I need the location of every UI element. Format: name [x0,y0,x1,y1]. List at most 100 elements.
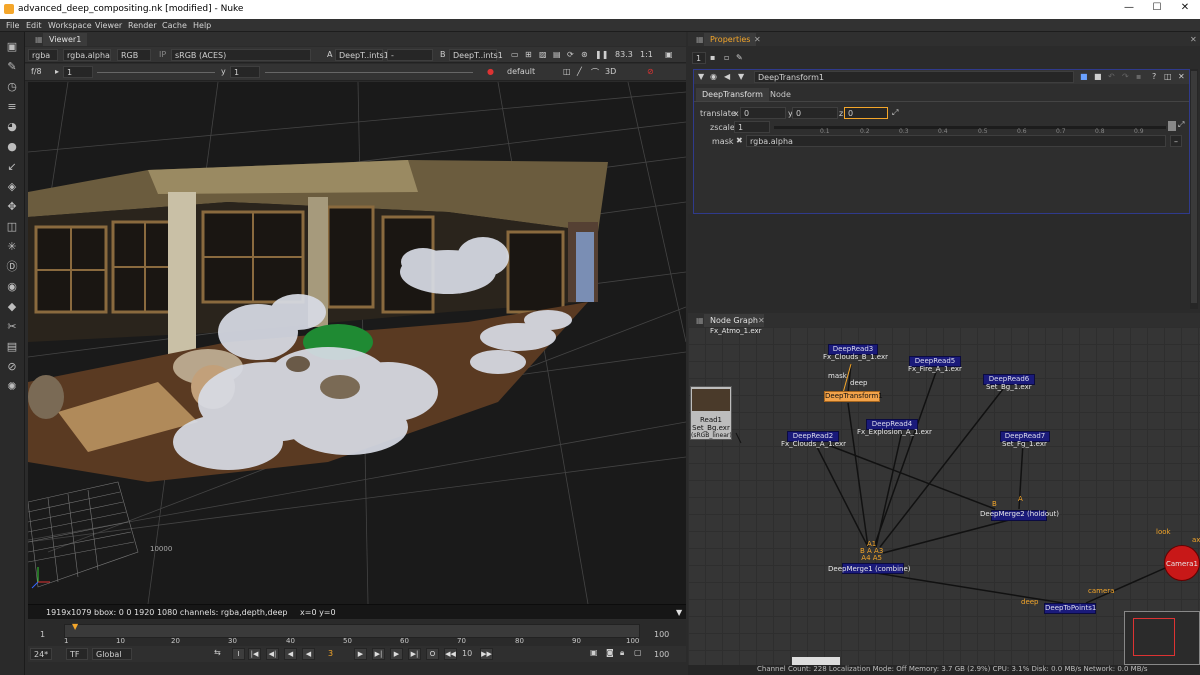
animation-icon[interactable]: ⤢ [892,108,898,118]
lock-icon[interactable]: 🔒︎ [620,648,624,658]
gamma-slider[interactable] [265,72,473,73]
zscale-slider-handle[interactable] [1168,121,1176,131]
fstop-down-icon[interactable]: ▸ [55,67,59,76]
loop-icon[interactable]: ⇆ [214,648,221,657]
3d-icon[interactable]: ◫ [5,220,19,234]
prev-frame-button[interactable]: ◀ [284,648,297,660]
bookmark-button[interactable]: I [232,648,245,660]
tf-dropdown[interactable]: TF [66,648,88,660]
node-color-icon[interactable]: ◉ [710,72,717,81]
minimize-button[interactable]: — [1118,2,1140,16]
keyer-icon[interactable]: ↙ [5,160,19,174]
roi-icon[interactable]: ▭ [511,50,519,59]
cache-icon[interactable]: ◙ [606,648,614,657]
clear-panels-icon[interactable]: ✎ [736,53,743,62]
properties-scrollbar[interactable] [1190,69,1198,309]
prev-keyframe-button[interactable]: ◀| [266,648,279,660]
curve-icon[interactable]: ⌒ [591,67,599,78]
stop-button[interactable]: O [426,648,439,660]
node-name-field[interactable]: DeepTransform1 [754,71,1074,83]
other-icon[interactable]: ▤ [5,340,19,354]
views-icon[interactable]: ◉ [5,280,19,294]
end-frame-field[interactable]: 100 [654,650,669,659]
furnace-icon[interactable]: ⊘ [5,360,19,374]
time-icon[interactable]: ◷ [5,80,19,94]
last-frame-button[interactable]: ▶| [408,648,421,660]
zscale-slider[interactable] [774,126,1166,129]
node-graph-canvas[interactable]: Fx_Atmo_1.exr DeepRead3 Fx_Clouds_B_1.ex… [688,327,1200,665]
tab-close-icon[interactable]: ✕ [748,33,767,46]
line-icon[interactable]: ╱ [577,67,582,76]
gain-field[interactable]: 1 [63,66,93,78]
step-field[interactable]: 10 [462,649,472,658]
model-dropdown[interactable]: RGB [117,49,151,61]
step-forward-button[interactable]: ▶▶ [480,648,493,660]
minimap-viewport[interactable] [1133,618,1175,656]
menu-workspace[interactable]: Workspace [48,21,92,30]
current-frame-field[interactable]: 3 [328,649,333,658]
menu-edit[interactable]: Edit [26,21,42,30]
timeline[interactable]: 1 ▼ 1 10 20 30 40 50 60 70 80 90 100 100 [28,620,686,646]
next-frame-button[interactable]: ▶| [372,648,385,660]
undo-icon[interactable]: ↶ [1108,72,1115,81]
channel-icon[interactable]: ≡ [5,100,19,114]
fullframe-icon[interactable]: ▣ [665,50,673,59]
ratio-dropdown[interactable]: 1:1 [640,50,653,59]
center-icon[interactable]: ▼ [738,72,744,81]
translate-z-field[interactable]: 0 [844,107,888,119]
node-graph-minimap[interactable] [1124,611,1200,665]
menu-file[interactable]: File [6,21,19,30]
mask-dropdown[interactable]: rgba.alpha [746,135,1166,147]
color-icon[interactable]: ◕ [5,120,19,134]
menu-viewer[interactable]: Viewer [95,21,122,30]
collapse-icon[interactable]: ▼ [698,72,704,81]
tab-node[interactable]: Node [764,88,797,101]
metadata-icon[interactable]: ◆ [5,300,19,314]
timeline-end[interactable]: 100 [654,630,669,639]
fullscreen-icon[interactable]: ▢ [634,648,642,657]
mask-enable-checkbox[interactable]: ✖ [736,136,743,145]
playhead-icon[interactable]: ▼ [72,622,78,631]
input-a-dropdown[interactable]: DeepT..ints1 [335,49,389,61]
step-back-button[interactable]: ◀◀ [444,648,457,660]
pause-icon[interactable]: ❚❚ [595,50,608,59]
menu-help[interactable]: Help [193,21,211,30]
channels-dropdown[interactable]: rgba [28,49,58,61]
mask-options-button[interactable]: – [1170,135,1182,147]
filter-icon[interactable]: ● [5,140,19,154]
close-button[interactable]: ✕ [1174,2,1196,16]
color-swatch-icon[interactable]: ■ [1080,72,1088,81]
sync-icon[interactable]: ⊛ [581,50,588,59]
deep-icon[interactable]: Ⓓ [5,260,19,274]
gamma-field[interactable]: 1 [230,66,260,78]
stop-icon[interactable]: ⊘ [647,67,654,76]
toolsets-icon[interactable]: ✂ [5,320,19,334]
float-icon[interactable]: ◫ [1164,72,1172,81]
lut-dropdown[interactable]: sRGB (ACES) [171,49,311,61]
font-color-icon[interactable]: ■ [1094,72,1102,81]
lookup-dropdown[interactable]: default [507,67,535,76]
timeline-start[interactable]: 1 [40,630,45,639]
image-icon[interactable]: ▣ [5,40,19,54]
monitor-icon[interactable]: ▣ [590,648,598,657]
menu-cache[interactable]: Cache [162,21,187,30]
zscale-field[interactable]: 1 [734,121,770,133]
pane-close-icon[interactable]: ✕ [1184,33,1200,46]
play-backward-button[interactable]: ◀ [302,648,315,660]
fstop-dropdown[interactable]: f/8 [31,67,42,76]
properties-scroll-thumb[interactable] [1191,71,1197,303]
lock-panels-icon[interactable]: ▪ [710,53,715,62]
float-panels-icon[interactable]: ▫ [724,53,729,62]
close-panel-icon[interactable]: ✕ [1178,72,1185,81]
offscreen-node[interactable] [792,657,840,665]
tab-close-icon[interactable]: ✕ [752,314,771,327]
first-frame-button[interactable]: |◀ [248,648,261,660]
node-deeptopoints1[interactable]: DeepToPoints1 [1044,603,1096,614]
zscale-animation-icon[interactable]: ⤢ [1178,120,1184,130]
tab-deeptransform[interactable]: DeepTransform [696,88,769,101]
refresh-icon[interactable]: ⟳ [567,50,574,59]
transform-icon[interactable]: ✥ [5,200,19,214]
wipe-icon[interactable]: ◫ [563,67,571,76]
translate-y-field[interactable]: 0 [792,107,838,119]
zoom-value[interactable]: 83.3 [615,50,633,59]
